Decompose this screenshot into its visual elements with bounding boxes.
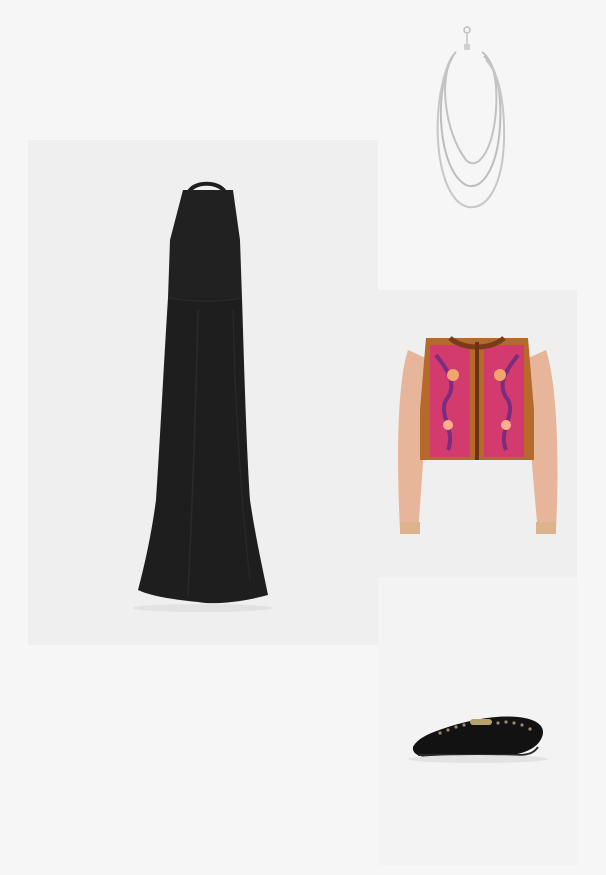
jacket-tile[interactable] [378, 290, 577, 577]
loafer-tile[interactable] [378, 577, 577, 865]
studded-loafer-image [408, 716, 548, 763]
dress-tile[interactable] [28, 140, 378, 645]
embroidered-cropped-jacket-image [398, 335, 558, 534]
layered-chain-necklace-image [436, 26, 506, 209]
necklace-tile[interactable] [378, 0, 577, 290]
halter-maxi-dress-image [133, 181, 273, 612]
